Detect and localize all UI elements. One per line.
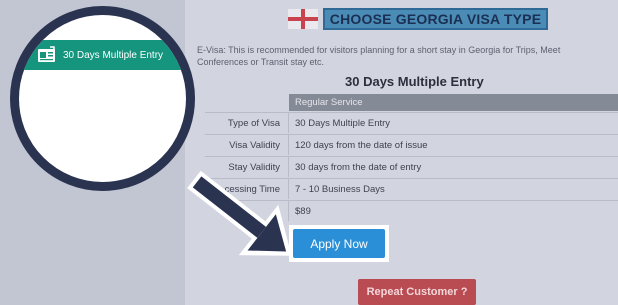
visa-document-icon <box>38 46 55 62</box>
row-value: 120 days from the date of issue <box>295 139 428 151</box>
row-label: Type of Visa <box>205 113 289 133</box>
row-label: Visa Validity <box>205 135 289 155</box>
intro-line-1: E-Visa: This is recommended for visitors… <box>197 45 561 55</box>
pointer-arrow-icon <box>187 170 292 256</box>
georgia-flag-icon <box>288 9 318 29</box>
row-value: 30 Days Multiple Entry <box>295 117 391 129</box>
repeat-customer-button[interactable]: Repeat Customer ? <box>358 279 476 305</box>
table-row: Visa Validity 120 days from the date of … <box>205 134 618 155</box>
menu-item-label: 30 Days Multiple Entry <box>63 49 164 61</box>
table-header-regular-service: Regular Service <box>289 94 618 111</box>
page-title: CHOOSE GEORGIA VISA TYPE <box>323 8 548 30</box>
intro-line-2: Conferences or Transit stay etc. <box>197 57 325 67</box>
menu-item-30-days-multiple-entry[interactable]: 30 Days Multiple Entry <box>19 40 186 70</box>
section-title: 30 Days Multiple Entry <box>345 74 484 89</box>
magnifier-zoom: 30 Days Multiple Entry <box>10 6 195 191</box>
intro-text: E-Visa: This is recommended for visitors… <box>197 44 618 68</box>
table-row: Type of Visa 30 Days Multiple Entry <box>205 112 618 133</box>
